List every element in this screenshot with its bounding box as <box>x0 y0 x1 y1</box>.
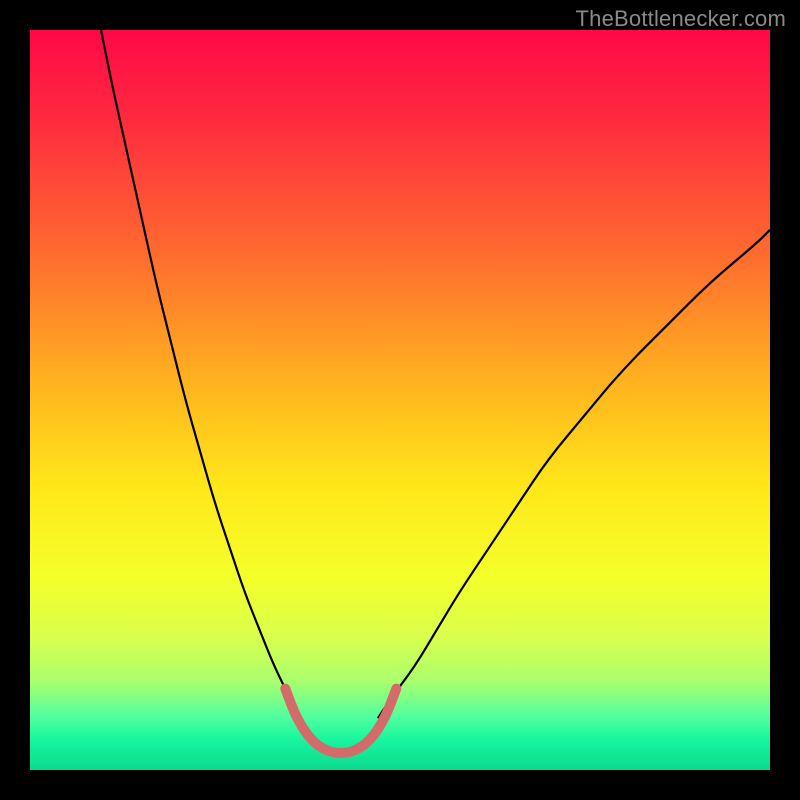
plot-area <box>30 30 770 770</box>
chart-frame: TheBottlenecker.com <box>0 0 800 800</box>
chart-svg <box>30 30 770 770</box>
gradient-background <box>30 30 770 770</box>
watermark-text: TheBottlenecker.com <box>576 6 786 32</box>
